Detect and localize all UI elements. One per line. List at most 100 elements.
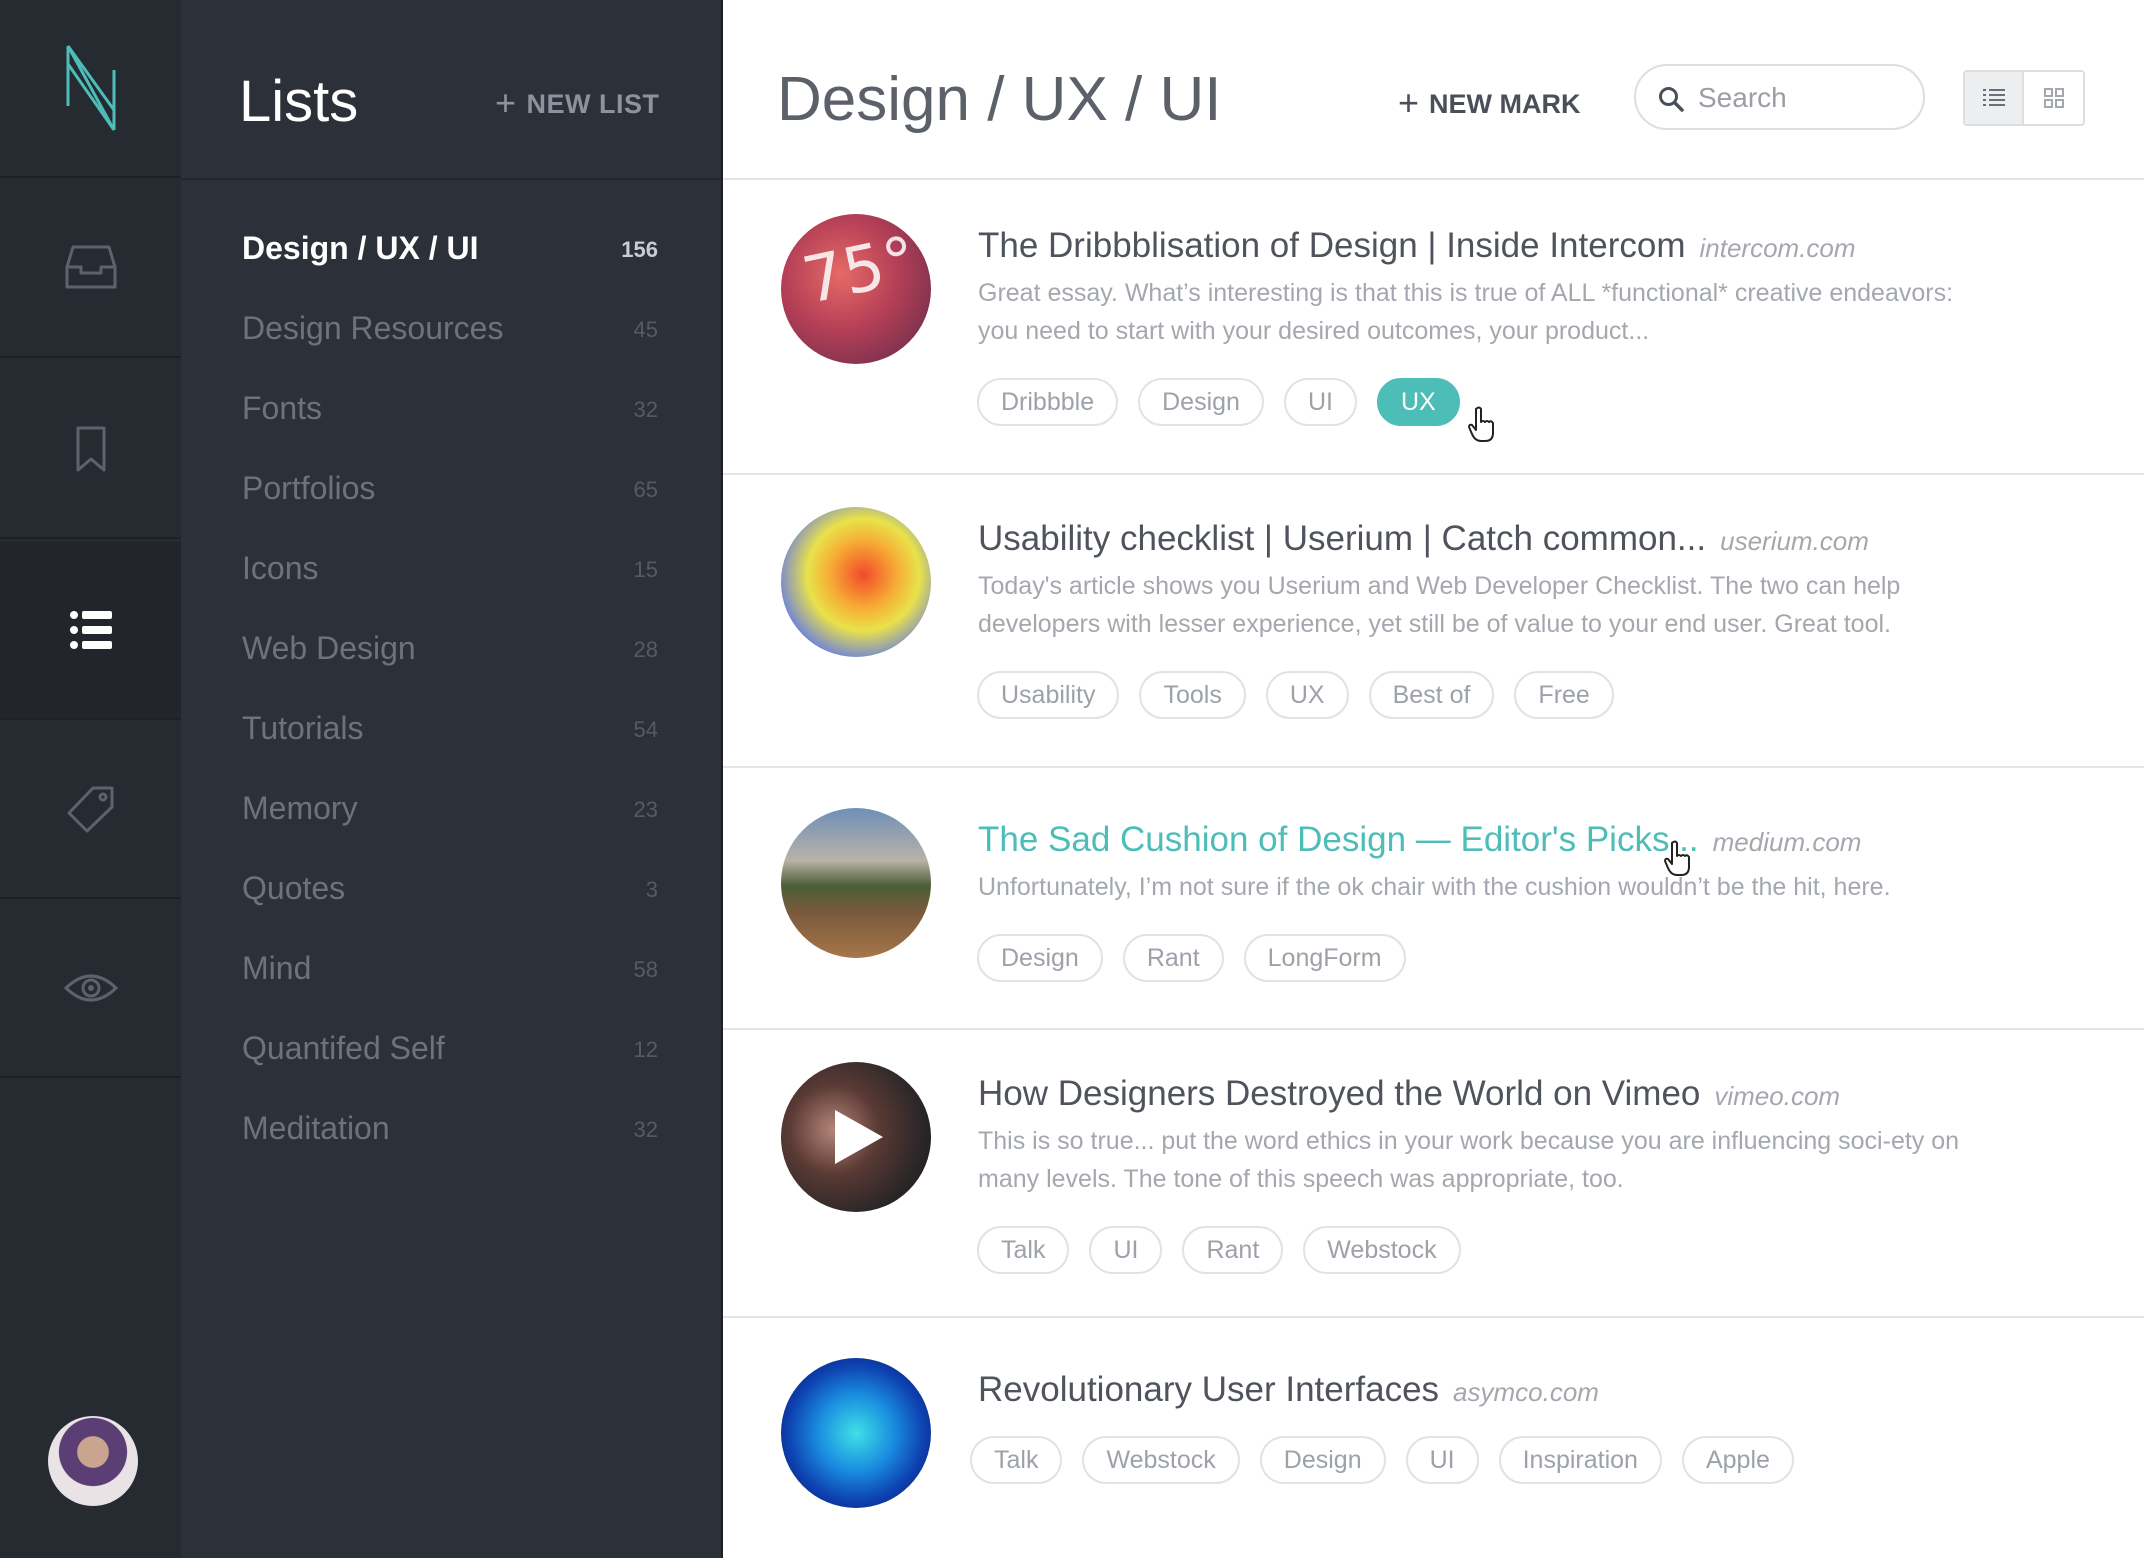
tag[interactable]: Talk bbox=[977, 1226, 1070, 1274]
mark-card[interactable]: Revolutionary User Interfaces asymco.com … bbox=[723, 1318, 2144, 1558]
new-mark-label: NEW MARK bbox=[1429, 89, 1581, 119]
mark-title[interactable]: The Sad Cushion of Design — Editor's Pic… bbox=[978, 820, 1861, 860]
new-list-label: NEW LIST bbox=[526, 89, 660, 119]
rail-watch[interactable] bbox=[0, 900, 181, 1078]
page-title: Design / UX / UI bbox=[777, 65, 1222, 134]
list-item-count: 32 bbox=[633, 1117, 658, 1142]
list-item-memory[interactable]: Memory 23 bbox=[181, 770, 721, 850]
mark-description: Today's article shows you Userium and We… bbox=[978, 572, 1901, 638]
list-item-count: 54 bbox=[633, 717, 658, 742]
grid-view-icon bbox=[2043, 88, 2064, 108]
mark-card[interactable]: How Designers Destroyed the World on Vim… bbox=[723, 1030, 2144, 1318]
list-item-name: Memory bbox=[242, 790, 358, 826]
list-item-count: 45 bbox=[633, 317, 658, 342]
tag[interactable]: Design bbox=[1259, 1436, 1386, 1484]
main-header: Design / UX / UI + NEW MARK bbox=[723, 0, 2144, 180]
mark-domain: userium.com bbox=[1720, 526, 1869, 556]
tag[interactable]: Dribbble bbox=[977, 378, 1119, 426]
tag[interactable]: Usability bbox=[977, 671, 1120, 719]
mark-domain: vimeo.com bbox=[1714, 1081, 1841, 1111]
tag[interactable]: LongForm bbox=[1243, 934, 1406, 982]
tag[interactable]: Apple bbox=[1681, 1436, 1794, 1484]
mark-title[interactable]: How Designers Destroyed the World on Vim… bbox=[978, 1074, 1840, 1114]
list-item-quotes[interactable]: Quotes 3 bbox=[181, 850, 721, 930]
list-item-count: 3 bbox=[645, 877, 658, 902]
list-item-name: Design / UX / UI bbox=[242, 230, 479, 266]
list-item-portfolios[interactable]: Portfolios 65 bbox=[181, 450, 721, 530]
bookmark-icon bbox=[76, 426, 105, 472]
list-view-button[interactable] bbox=[1965, 72, 2024, 124]
tag[interactable]: Design bbox=[977, 934, 1103, 982]
tag[interactable]: Webstock bbox=[1303, 1226, 1461, 1274]
tag[interactable]: UI bbox=[1283, 378, 1357, 426]
list-item-icons[interactable]: Icons 15 bbox=[181, 530, 721, 610]
mark-thumbnail bbox=[781, 1358, 931, 1508]
rail-tags[interactable] bbox=[0, 721, 181, 899]
rail-bookmarks[interactable] bbox=[0, 361, 181, 539]
list-item-web-design[interactable]: Web Design 28 bbox=[181, 610, 721, 690]
play-icon[interactable] bbox=[831, 1106, 887, 1168]
mark-card[interactable]: The Sad Cushion of Design — Editor's Pic… bbox=[723, 768, 2144, 1030]
mark-card[interactable]: Usability checklist | Userium | Catch co… bbox=[723, 475, 2144, 768]
list-item-count: 156 bbox=[621, 237, 658, 262]
tag-list: Talk UI Rant Webstock bbox=[977, 1226, 1461, 1274]
list-item-quantified-self[interactable]: Quantifed Self 12 bbox=[181, 1010, 721, 1090]
eye-icon bbox=[63, 974, 118, 1002]
mark-title-text: Usability checklist | Userium | Catch co… bbox=[978, 519, 1707, 558]
mark-card[interactable]: 75° The Dribbblisation of Design | Insid… bbox=[723, 182, 2144, 475]
tag[interactable]: Free bbox=[1514, 671, 1614, 719]
lists-title: Lists bbox=[239, 69, 359, 134]
tag[interactable]: Talk bbox=[970, 1436, 1063, 1484]
mark-title[interactable]: The Dribbblisation of Design | Inside In… bbox=[978, 226, 1856, 266]
list-item-fonts[interactable]: Fonts 32 bbox=[181, 370, 721, 450]
list-icon bbox=[69, 611, 112, 649]
tag[interactable]: Rant bbox=[1122, 934, 1224, 982]
list-view-icon bbox=[1982, 89, 2005, 106]
list-item-count: 15 bbox=[633, 557, 658, 582]
hand-cursor-icon bbox=[1664, 840, 1690, 876]
tag[interactable]: UI bbox=[1089, 1226, 1163, 1274]
list-item-design-resources[interactable]: Design Resources 45 bbox=[181, 290, 721, 370]
search-input[interactable] bbox=[1698, 80, 1908, 116]
tag[interactable]: UX bbox=[1265, 671, 1349, 719]
tag[interactable]: Webstock bbox=[1082, 1436, 1240, 1484]
list-item-count: 32 bbox=[633, 397, 658, 422]
user-avatar[interactable] bbox=[48, 1416, 138, 1506]
tag-list: Usability Tools UX Best of Free bbox=[977, 671, 1614, 719]
mark-title-text: Revolutionary User Interfaces bbox=[978, 1370, 1440, 1409]
tag-list: Design Rant LongForm bbox=[977, 934, 1406, 982]
tag[interactable]: Rant bbox=[1182, 1226, 1284, 1274]
mark-title-text: The Sad Cushion of Design — Editor's Pic… bbox=[978, 820, 1699, 859]
inbox-icon bbox=[65, 245, 116, 289]
grid-view-button[interactable] bbox=[2024, 72, 2083, 124]
tag-list: Talk Webstock Design UI Inspiration Appl… bbox=[970, 1436, 1794, 1484]
mark-title[interactable]: Revolutionary User Interfaces asymco.com bbox=[978, 1370, 1599, 1410]
tag[interactable]: Tools bbox=[1139, 671, 1246, 719]
tag[interactable]: UI bbox=[1405, 1436, 1479, 1484]
mark-thumbnail: 75° bbox=[781, 214, 931, 364]
tag-active[interactable]: UX bbox=[1376, 378, 1460, 426]
tag[interactable]: Best of bbox=[1368, 671, 1495, 719]
search-icon bbox=[1659, 87, 1684, 112]
new-list-button[interactable]: + NEW LIST bbox=[495, 82, 660, 124]
list-item-meditation[interactable]: Meditation 32 bbox=[181, 1090, 721, 1170]
list-item-name: Meditation bbox=[242, 1110, 390, 1146]
search-box[interactable] bbox=[1634, 64, 1925, 130]
list-item-count: 12 bbox=[633, 1037, 658, 1062]
mark-domain: asymco.com bbox=[1453, 1377, 1599, 1407]
rail-inbox[interactable] bbox=[0, 180, 181, 358]
list-item-name: Mind bbox=[242, 950, 312, 986]
mark-thumbnail bbox=[781, 1062, 931, 1212]
tag-icon bbox=[67, 786, 113, 833]
list-item-name: Web Design bbox=[242, 630, 416, 666]
list-item-mind[interactable]: Mind 58 bbox=[181, 930, 721, 1010]
tag[interactable]: Design bbox=[1138, 378, 1264, 426]
logo-cell[interactable] bbox=[0, 0, 181, 178]
list-item-tutorials[interactable]: Tutorials 54 bbox=[181, 690, 721, 770]
rail-lists[interactable] bbox=[0, 542, 181, 720]
list-item-name: Tutorials bbox=[242, 710, 364, 746]
new-mark-button[interactable]: + NEW MARK bbox=[1398, 82, 1581, 124]
list-item-design-ux-ui[interactable]: Design / UX / UI 156 bbox=[181, 210, 721, 290]
mark-title[interactable]: Usability checklist | Userium | Catch co… bbox=[978, 519, 1869, 559]
tag[interactable]: Inspiration bbox=[1498, 1436, 1662, 1484]
